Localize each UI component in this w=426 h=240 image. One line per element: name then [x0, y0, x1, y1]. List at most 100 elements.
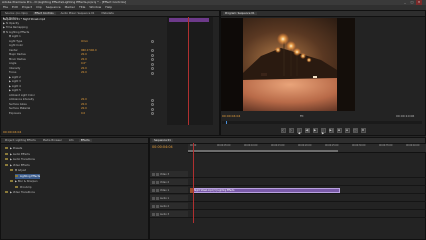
effects-tree-item[interactable]: Lighting Effects [15, 173, 41, 179]
tab-program[interactable]: Program: Sequence 01 [223, 12, 257, 15]
lock-icon[interactable] [156, 213, 159, 216]
folder-icon [5, 191, 8, 193]
effect-timeline-area [167, 17, 213, 125]
tab-audio-mixer[interactable]: Audio Mixer: Sequence 01 [59, 12, 97, 15]
effects-tree-item[interactable]: ▶ Audio Transitions [5, 157, 35, 162]
tab-effects[interactable]: Effects [78, 139, 92, 142]
work-area-bar[interactable] [188, 150, 338, 152]
track-header[interactable]: Audio 1 [150, 195, 188, 202]
program-timecode-duration: 00:00:10:06 [396, 114, 415, 118]
effects-tree-item[interactable]: ▶ Blur & Sharpen [10, 179, 38, 184]
stopwatch-icon[interactable] [151, 40, 154, 43]
lift-button[interactable]: ⊞ [336, 128, 342, 133]
speaker-icon[interactable] [152, 205, 155, 208]
effects-tree-item[interactable]: ▼ Adjust [10, 168, 26, 173]
timeline-playhead[interactable] [193, 143, 194, 223]
stopwatch-icon[interactable] [151, 103, 154, 106]
tab-source[interactable]: Source: (no clips) [3, 12, 30, 15]
mark-out-button[interactable]: } [288, 128, 294, 133]
effects-tree-label: ▶ Presets [10, 147, 23, 150]
effect-value[interactable]: Omni [81, 40, 88, 45]
track-header[interactable]: Video 1 [150, 187, 188, 194]
effect-playhead[interactable] [188, 17, 189, 125]
folder-icon [15, 174, 18, 177]
eye-icon[interactable] [152, 189, 155, 192]
effect-controls-timecode[interactable]: 00:00:04:04 [3, 130, 21, 134]
go-to-in-button[interactable]: |◀ [296, 128, 302, 135]
tab-info[interactable]: Info [67, 139, 76, 142]
lock-icon[interactable] [156, 181, 159, 184]
effects-tree-item[interactable]: ProcAmp [15, 185, 32, 190]
track-lane[interactable] [188, 179, 426, 186]
tab-effect-controls[interactable]: Effect Controls [32, 12, 56, 15]
folder-icon [15, 185, 18, 188]
program-timecode-current[interactable]: 00:00:04:04 [222, 114, 240, 118]
timeline-timecode[interactable]: 00:00:04:04 [152, 145, 173, 149]
eye-icon[interactable] [152, 173, 155, 176]
track-lane[interactable] [188, 171, 426, 178]
video-clip[interactable]: Night Street.mp4 [V] Lighting Effects [190, 188, 340, 193]
project-panel: Project: Lighting Effects Media Browser … [0, 137, 149, 240]
lock-icon[interactable] [156, 205, 159, 208]
step-forward-button[interactable]: |▶ [320, 128, 326, 135]
effect-value[interactable]: 0.0 [81, 112, 85, 117]
tab-project[interactable]: Project: Lighting Effects [3, 139, 38, 142]
track-name: Audio 3 [160, 213, 170, 216]
tab-sequence[interactable]: Sequence 01 [152, 139, 173, 142]
track-lane[interactable] [188, 203, 426, 210]
eye-icon[interactable] [152, 181, 155, 184]
track-header[interactable]: Audio 3 [150, 211, 188, 218]
program-playhead[interactable] [226, 121, 227, 124]
track-header[interactable]: Video 2 [150, 179, 188, 186]
program-scrub-bar[interactable] [222, 121, 422, 124]
effect-clip-bar [169, 18, 209, 22]
track-name: Video 1 [160, 189, 169, 192]
ruler-tick-label: 00:00:15:00 [271, 144, 285, 147]
mark-in-button[interactable]: { [280, 128, 286, 133]
stopwatch-icon[interactable] [151, 98, 154, 102]
step-back-button[interactable]: ◀| [304, 128, 310, 133]
effects-tree-item[interactable]: ▶ Video Transitions [5, 190, 35, 195]
program-video-frame[interactable] [221, 18, 355, 111]
track-lane[interactable] [188, 195, 426, 202]
fit-dropdown[interactable]: Fit [300, 114, 304, 118]
stopwatch-icon[interactable] [151, 107, 154, 111]
track-lane[interactable] [188, 211, 426, 218]
effects-tree-label: ▶ Audio Effects [10, 152, 30, 156]
effects-tree-item[interactable]: ▶ Audio Effects [5, 152, 30, 157]
tab-metadata[interactable]: Metadata [99, 12, 115, 15]
extract-button[interactable]: ⊟ [344, 128, 350, 133]
effects-tree-label: ▶ Blur & Sharpen [15, 180, 38, 183]
settings-icon[interactable]: ⚙ [360, 128, 366, 133]
speaker-icon[interactable] [152, 213, 155, 216]
ruler-tick-label: 00:00:20:00 [298, 144, 312, 147]
folder-icon [5, 147, 8, 149]
stopwatch-icon[interactable] [151, 71, 154, 75]
ruler-tick-label: 00:00:10:00 [244, 144, 258, 147]
lock-icon[interactable] [156, 197, 159, 200]
speaker-icon[interactable] [152, 197, 155, 200]
play-button[interactable]: ▶ [312, 128, 318, 133]
effects-tree-label: ▶ Video Effects [10, 163, 30, 167]
ruler-tick-label: 00:00:25:00 [325, 144, 339, 147]
go-to-out-button[interactable]: ▶| [328, 128, 334, 133]
stopwatch-icon[interactable] [151, 67, 154, 70]
stopwatch-icon[interactable] [151, 58, 154, 61]
track-name: Video 2 [160, 181, 169, 184]
track-header[interactable]: Audio 2 [150, 203, 188, 210]
folder-icon [10, 169, 13, 171]
track-header[interactable]: Video 3 [150, 171, 188, 178]
folder-icon [10, 180, 13, 182]
effect-row[interactable]: Exposure [9, 112, 21, 117]
lock-icon[interactable] [156, 189, 159, 192]
effects-tree-item[interactable]: ▶ Video Effects [5, 163, 30, 168]
stopwatch-icon[interactable] [151, 112, 154, 115]
stopwatch-icon[interactable] [151, 49, 154, 52]
export-frame-button[interactable]: ◫ [352, 128, 358, 133]
effect-value[interactable]: 20.0 [81, 71, 87, 76]
stopwatch-icon[interactable] [151, 62, 154, 66]
tab-media-browser[interactable]: Media Browser [41, 139, 64, 142]
stopwatch-icon[interactable] [151, 53, 154, 57]
effects-tree-item[interactable]: ▶ Presets [5, 146, 22, 151]
lock-icon[interactable] [156, 173, 159, 176]
